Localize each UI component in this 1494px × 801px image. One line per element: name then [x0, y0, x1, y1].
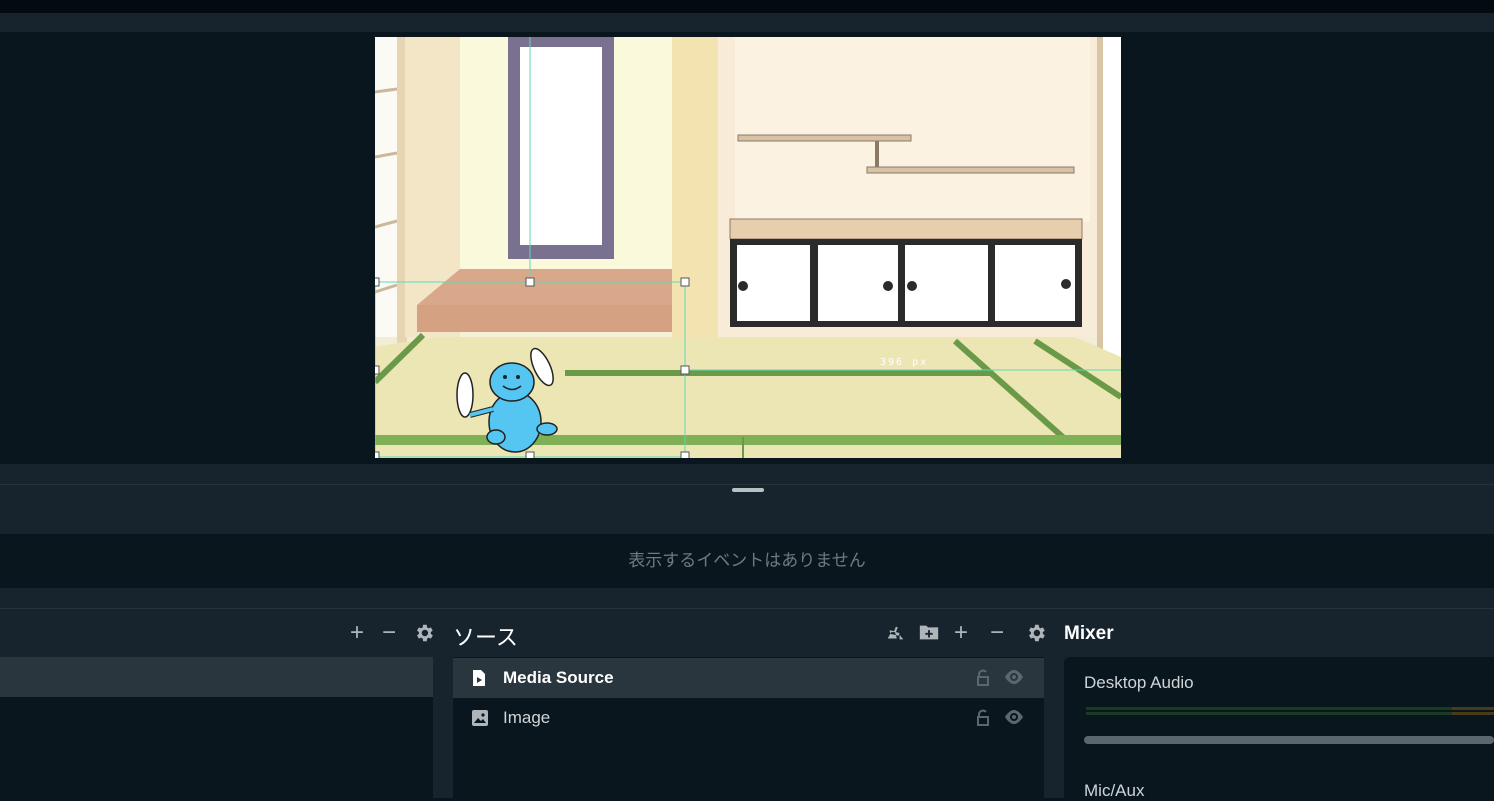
- scene-settings-gear-icon[interactable]: [413, 622, 435, 644]
- resize-divider-bottom[interactable]: [0, 588, 1494, 608]
- divider-line: [0, 484, 1494, 485]
- add-folder-icon[interactable]: [918, 621, 940, 643]
- mixer-title: Mixer: [1064, 623, 1114, 644]
- scene-item-selected[interactable]: [0, 657, 433, 697]
- audio-meter-desktop: [1086, 707, 1452, 710]
- visibility-eye-icon[interactable]: [1004, 710, 1024, 729]
- volume-slider-desktop-audio[interactable]: [1084, 736, 1494, 744]
- visibility-eye-icon[interactable]: [1004, 670, 1024, 689]
- source-settings-gear-icon[interactable]: [1025, 622, 1047, 644]
- preview-canvas[interactable]: 396 px: [375, 37, 1121, 458]
- audio-meter-desktop-peak: [1452, 712, 1494, 715]
- resize-divider-events[interactable]: [0, 464, 1494, 534]
- remove-source-button[interactable]: −: [990, 621, 1004, 645]
- source-item-label: Media Source: [503, 668, 614, 687]
- window-top-bar: [0, 0, 1494, 13]
- distance-label: 396 px: [880, 357, 928, 368]
- lock-open-icon[interactable]: [975, 669, 993, 692]
- sources-title: ソース: [453, 626, 518, 651]
- add-scene-button[interactable]: +: [350, 621, 364, 645]
- events-empty-message: 表示するイベントはありません: [628, 551, 866, 571]
- resize-handle-top[interactable]: [732, 488, 764, 492]
- mixer-channel-mic-aux-label: Mic/Aux: [1084, 781, 1145, 800]
- editor-top-strip: [0, 13, 1494, 32]
- media-file-icon: [472, 670, 486, 691]
- image-icon: [472, 710, 488, 731]
- room-scene-image: 396 px: [375, 37, 1121, 458]
- remove-scene-button[interactable]: −: [382, 621, 396, 645]
- audio-meter-desktop: [1086, 712, 1452, 715]
- source-properties-icon[interactable]: [884, 622, 906, 644]
- add-source-button[interactable]: +: [954, 621, 968, 645]
- lock-open-icon[interactable]: [975, 709, 993, 732]
- recent-events-panel: 表示するイベントはありません: [0, 534, 1494, 588]
- source-item-media-source[interactable]: Media Source: [453, 658, 1044, 698]
- source-item-image[interactable]: Image: [453, 698, 1044, 738]
- source-item-label: Image: [503, 708, 551, 727]
- mixer-channel-desktop-audio-label: Desktop Audio: [1084, 673, 1194, 692]
- audio-meter-desktop-peak: [1452, 707, 1494, 710]
